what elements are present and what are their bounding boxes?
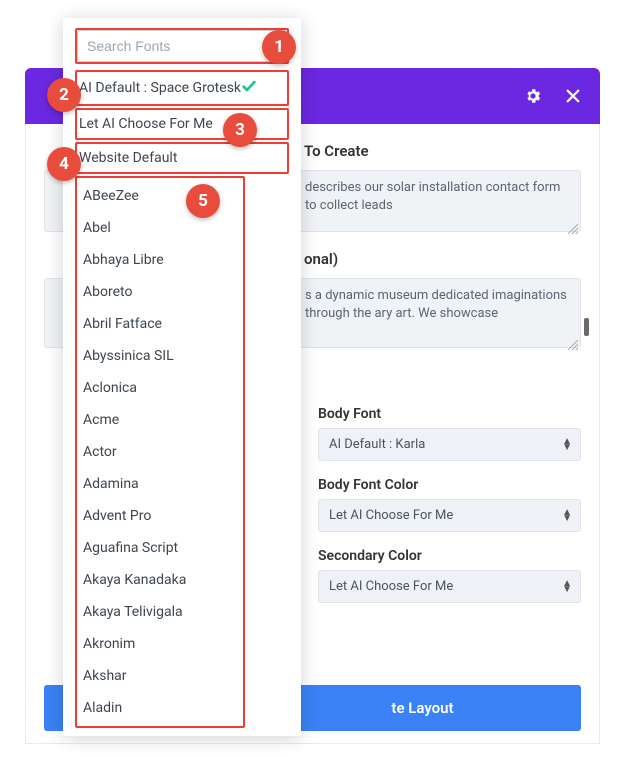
font-option[interactable]: Abhaya Libre [77, 244, 243, 276]
option-website-default[interactable]: Website Default [79, 150, 285, 166]
check-icon [241, 78, 257, 98]
annotation-badge-5: 5 [186, 184, 220, 218]
font-option[interactable]: Abyssinica SIL [77, 340, 243, 372]
annotation-badge-1: 1 [262, 30, 296, 64]
page-root: To Create describes our solar installati… [0, 0, 625, 744]
select-body-font-value: AI Default : Karla [329, 437, 425, 452]
scrollbar-thumb[interactable] [584, 318, 589, 336]
select-body-color-value: Let AI Choose For Me [329, 508, 453, 523]
annotation-badge-3: 3 [223, 113, 257, 147]
font-option[interactable]: Akshar [77, 660, 243, 692]
font-list-box: ABeeZeeAbelAbhaya LibreAboretoAbril Fatf… [75, 176, 245, 728]
font-option[interactable]: Advent Pro [77, 500, 243, 532]
font-option[interactable]: Aladin [77, 692, 243, 724]
font-option[interactable]: Akronim [77, 628, 243, 660]
option-ai-default[interactable]: AI Default : Space Grotesk [79, 80, 241, 96]
gear-icon[interactable] [524, 87, 542, 105]
font-option[interactable]: Akaya Kanadaka [77, 564, 243, 596]
select-secondary-color-value: Let AI Choose For Me [329, 579, 453, 594]
select-body-color[interactable]: Let AI Choose For Me [318, 499, 581, 532]
annotation-badge-4: 4 [47, 147, 81, 181]
font-option[interactable]: Aboreto [77, 276, 243, 308]
label-secondary-color: Secondary Color [318, 548, 581, 564]
font-option[interactable]: Adamina [77, 468, 243, 500]
font-option[interactable]: Aclonica [77, 372, 243, 404]
generate-layout-label: te Layout [391, 699, 453, 717]
font-option[interactable]: Aguafina Script [77, 532, 243, 564]
font-option-list: AI Default : Space Grotesk Let AI Choose… [63, 70, 301, 728]
select-secondary-color[interactable]: Let AI Choose For Me [318, 570, 581, 603]
section-title-optional: onal) [304, 250, 581, 268]
font-option[interactable]: Akaya Telivigala [77, 596, 243, 628]
annotation-badge-2: 2 [47, 78, 81, 112]
font-option[interactable]: Abril Fatface [77, 308, 243, 340]
font-option[interactable]: Abel [77, 212, 243, 244]
resize-handle-icon[interactable] [568, 335, 578, 345]
close-icon[interactable] [564, 87, 582, 105]
section-title-create: To Create [304, 142, 581, 160]
label-body-font: Body Font [318, 406, 581, 422]
font-dropdown-panel: AI Default : Space Grotesk Let AI Choose… [63, 18, 301, 736]
font-option[interactable]: Actor [77, 436, 243, 468]
font-option[interactable]: Acme [77, 404, 243, 436]
search-input[interactable] [77, 30, 287, 62]
select-body-font[interactable]: AI Default : Karla [318, 428, 581, 461]
label-body-color: Body Font Color [318, 477, 581, 493]
resize-handle-icon[interactable] [568, 219, 578, 229]
